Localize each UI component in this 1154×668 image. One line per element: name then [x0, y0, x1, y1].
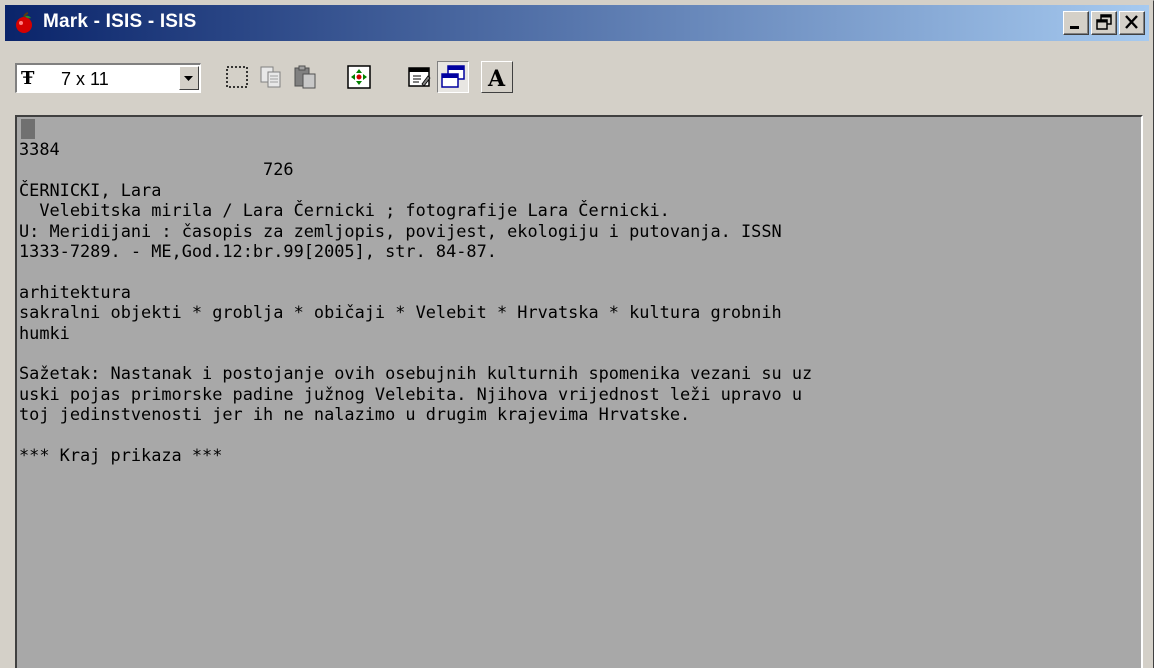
- record-line: 3384: [19, 139, 60, 159]
- mark-isis-window: Mark - ISIS - ISIS Ŧ 7 x 11 A 3384 726 Č…: [0, 0, 1154, 668]
- dropdown-arrow-button[interactable]: [179, 66, 199, 90]
- record-line: arhitektura: [19, 281, 131, 302]
- record-line: Sažetak: Nastanak i postojanje ovih oseb…: [19, 363, 813, 384]
- record-line: Velebitska mirila / Lara Černicki ; foto…: [19, 200, 670, 221]
- record-line: ​: [19, 261, 812, 281]
- record-line: U: Meridijani : časopis za zemljopis, po…: [19, 220, 782, 241]
- window-controls: [1063, 11, 1145, 35]
- svg-text:A: A: [487, 66, 506, 90]
- select-all-icon: [226, 66, 248, 88]
- text-cursor: [21, 119, 35, 139]
- title-bar[interactable]: Mark - ISIS - ISIS: [5, 5, 1149, 41]
- record-line: 726: [19, 159, 294, 180]
- font-style-icon: A: [487, 66, 506, 90]
- record-line: humki: [19, 322, 70, 343]
- minimize-button[interactable]: [1063, 11, 1089, 35]
- apple-app-icon: [13, 12, 35, 34]
- close-button[interactable]: [1119, 11, 1145, 35]
- record-line: sakralni objekti * groblja * običaji * V…: [19, 302, 782, 323]
- fit-screen-button[interactable]: [343, 61, 375, 93]
- font-style-button[interactable]: A: [481, 61, 513, 93]
- record-display-area[interactable]: 3384 726 ČERNICKI, Lara Velebitska mirila…: [15, 115, 1143, 668]
- window-title: Mark - ISIS - ISIS: [43, 11, 197, 32]
- window-mode-icon: [441, 65, 465, 88]
- paste-icon: [294, 65, 316, 89]
- restore-icon: [1096, 14, 1112, 30]
- paste-button[interactable]: [289, 61, 321, 93]
- copy-icon: [260, 66, 281, 88]
- chevron-down-icon: [184, 76, 193, 81]
- select-all-button[interactable]: [221, 61, 253, 93]
- toolbar: Ŧ 7 x 11 A: [5, 47, 1149, 111]
- record-line: ​: [19, 425, 812, 445]
- properties-icon: [408, 67, 431, 87]
- record-line: uski pojas primorske padine južnog Veleb…: [19, 383, 803, 404]
- record-text: 3384 726 ČERNICKI, Lara Velebitska mirila…: [19, 139, 812, 466]
- record-line: ​: [19, 343, 812, 363]
- record-line: *** Kraj prikaza ***: [19, 445, 223, 466]
- properties-button[interactable]: [403, 61, 435, 93]
- font-size-dropdown[interactable]: Ŧ 7 x 11: [15, 63, 201, 93]
- fit-screen-icon: [347, 65, 371, 89]
- window-mode-button[interactable]: [437, 61, 469, 93]
- record-line: toj jedinstvenosti jer ih ne nalazimo u …: [19, 404, 691, 425]
- font-icon: Ŧ: [21, 68, 35, 89]
- record-line: ČERNICKI, Lara: [19, 179, 162, 200]
- minimize-icon: [1070, 26, 1079, 29]
- copy-button[interactable]: [255, 61, 287, 93]
- font-size-value: 7 x 11: [61, 69, 109, 89]
- record-line: 1333-7289. - ME,God.12:br.99[2005], str.…: [19, 241, 497, 262]
- restore-button[interactable]: [1091, 11, 1117, 35]
- close-icon: [1125, 15, 1138, 29]
